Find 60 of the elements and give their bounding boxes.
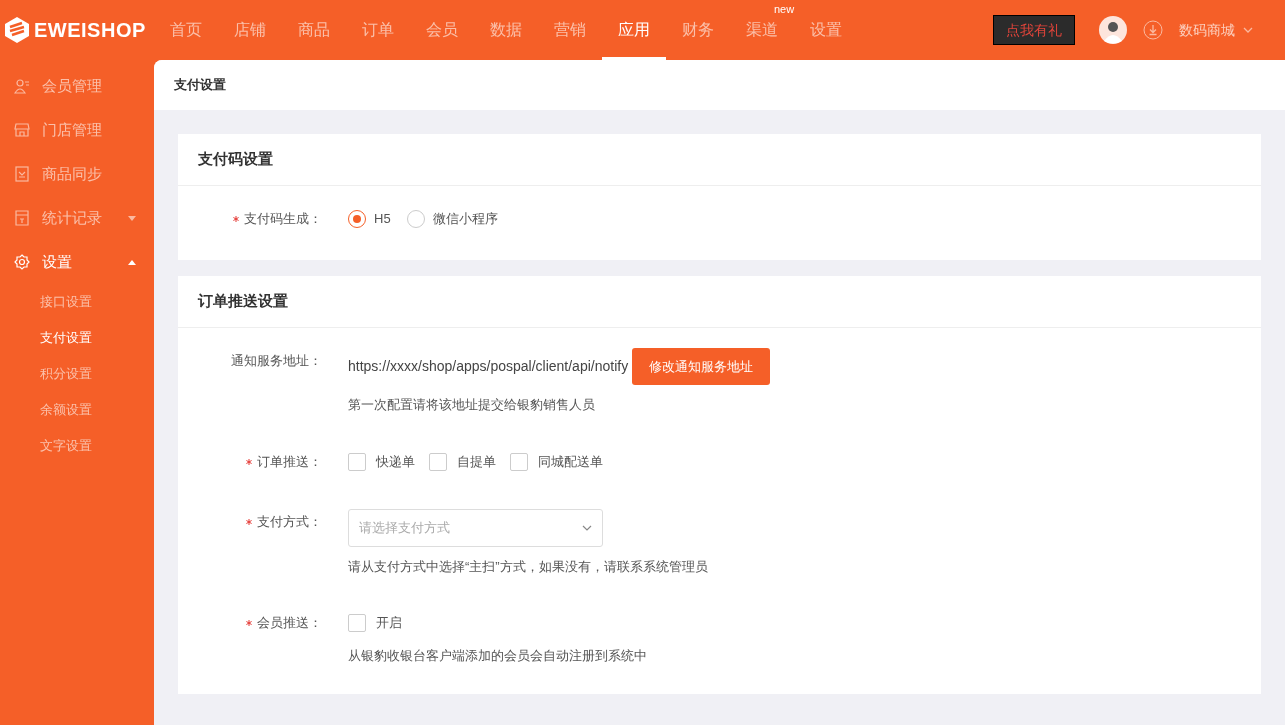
shop-switcher[interactable]: 数码商城 — [1179, 19, 1253, 41]
nav-tab[interactable]: 会员 — [426, 0, 458, 60]
submenu-item[interactable]: 接口设置 — [0, 284, 154, 320]
nav-tab[interactable]: 订单 — [362, 0, 394, 60]
settings-icon — [14, 254, 30, 270]
caret-icon — [128, 215, 136, 221]
section-title: 订单推送设置 — [198, 291, 288, 312]
sidebar-item[interactable]: 统计记录 — [0, 196, 154, 240]
submenu-item[interactable]: 余额设置 — [0, 392, 154, 428]
nav-tab[interactable]: 商品 — [298, 0, 330, 60]
logo-icon — [4, 16, 30, 44]
submenu-item[interactable]: 支付设置 — [0, 320, 154, 356]
nav-tab[interactable]: 设置 — [810, 0, 842, 60]
user-icon — [14, 78, 30, 94]
checkbox-label: 自提单 — [457, 452, 496, 471]
checkbox-label: 快递单 — [376, 452, 415, 471]
nav-tab[interactable]: 店铺 — [234, 0, 266, 60]
gift-button[interactable]: 点我有礼 — [993, 15, 1075, 45]
nav-tab[interactable]: 财务 — [682, 0, 714, 60]
section-title: 支付码设置 — [198, 149, 273, 170]
page-title: 支付设置 — [174, 76, 226, 95]
checkbox-label: 开启 — [376, 614, 402, 633]
document-icon — [14, 166, 30, 182]
sidebar-item[interactable]: 设置 — [0, 240, 154, 284]
checkbox-label: 同城配送单 — [538, 452, 603, 471]
document-icon — [14, 210, 30, 226]
checkbox[interactable] — [429, 452, 447, 471]
nav-tab[interactable]: 数据 — [490, 0, 522, 60]
caret-icon — [128, 259, 136, 265]
field-label: 订单推送： — [257, 452, 322, 471]
help-text: 第一次配置请将该地址提交给银豹销售人员 — [348, 396, 596, 414]
url-text: https://xxxx/shop/apps/pospal/client/api/notify — [348, 357, 629, 376]
edit-url-button[interactable]: 修改通知服务地址 — [632, 348, 771, 385]
nav-tab[interactable]: 营销 — [554, 0, 586, 60]
download-icon[interactable] — [1143, 20, 1163, 40]
radio-option[interactable]: H5 — [348, 209, 391, 229]
new-label: new — [774, 3, 795, 16]
submenu-item[interactable]: 积分设置 — [0, 356, 154, 392]
checkbox[interactable] — [348, 452, 366, 471]
nav-tab[interactable]: 首页 — [170, 0, 202, 60]
checkbox[interactable] — [510, 452, 528, 471]
logo-text: EWEISHOP — [34, 18, 146, 43]
avatar-silhouette[interactable] — [1099, 16, 1127, 44]
storefront-icon — [14, 122, 30, 138]
chevron-down-icon — [1243, 27, 1253, 33]
sidebar-item[interactable]: 会员管理 — [0, 64, 154, 108]
checkbox[interactable] — [348, 614, 366, 632]
field-label: 会员推送： — [257, 614, 322, 632]
help-text: 从银豹收银台客户端添加的会员会自动注册到系统中 — [348, 647, 647, 665]
field-label: 支付方式： — [257, 512, 322, 531]
sidebar-item[interactable]: 商品同步 — [0, 152, 154, 196]
radio-option[interactable]: 微信小程序 — [406, 209, 498, 229]
shop-name: 数码商城 — [1179, 20, 1235, 40]
submenu-item[interactable]: 文字设置 — [0, 428, 154, 464]
field-label: 支付码生成： — [244, 210, 322, 228]
payment-method-select[interactable]: 请选择支付方式 — [348, 508, 603, 547]
help-text: 请从支付方式中选择“主扫”方式，如果没有，请联系系统管理员 — [348, 557, 708, 576]
chevron-down-icon — [582, 524, 592, 531]
field-label: 通知服务地址： — [231, 352, 322, 370]
sidebar-item[interactable]: 门店管理 — [0, 108, 154, 152]
